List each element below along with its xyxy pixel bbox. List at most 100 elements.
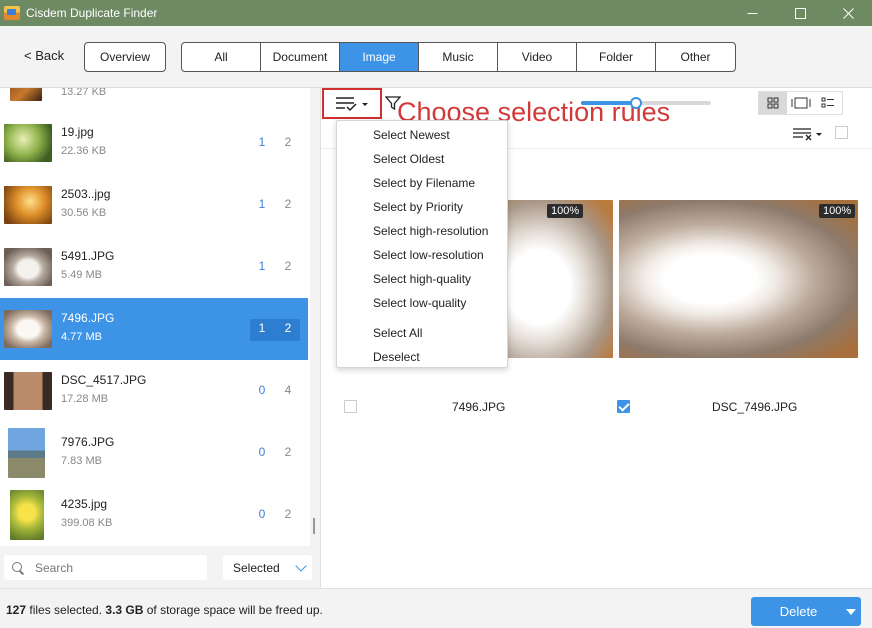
freed-storage-size: 3.3 GB [105, 603, 144, 617]
selected-count: 1 [256, 88, 268, 90]
back-button[interactable]: < Back [24, 48, 64, 63]
selection-rules-menu: Select Newest Select Oldest Select by Fi… [336, 120, 508, 368]
category-tabs: All Document Image Music Video Folder Ot… [181, 42, 736, 72]
menu-item-select-oldest[interactable]: Select Oldest [373, 152, 444, 166]
tab-all[interactable]: All [182, 43, 261, 71]
delete-button[interactable]: Delete [751, 597, 861, 626]
thumbnail-size-slider[interactable] [581, 97, 711, 109]
search-box [4, 555, 207, 580]
minimize-icon[interactable] [728, 0, 776, 26]
similarity-badge: 100% [819, 204, 856, 218]
sidebar-scrollbar[interactable] [313, 518, 315, 534]
menu-item-select-all[interactable]: Select All [373, 326, 422, 340]
total-count: 2 [284, 445, 292, 459]
selected-count: 1 [258, 321, 266, 335]
list-item[interactable]: 19.jpg 22.36 KB 1 2 [0, 112, 308, 174]
file-size: 5.49 MB [61, 269, 102, 281]
search-icon [11, 561, 25, 575]
list-item[interactable]: 4235.jpg 399.08 KB 0 2 [0, 484, 308, 546]
slider-knob[interactable] [629, 97, 642, 109]
file-size: 399.08 KB [61, 517, 113, 529]
file-name: 2503..jpg [61, 187, 111, 201]
search-input[interactable] [35, 560, 195, 575]
close-icon[interactable] [824, 0, 872, 26]
image-checkbox-checked[interactable] [617, 400, 630, 413]
tab-other[interactable]: Other [656, 43, 735, 71]
sort-selection-icon[interactable] [793, 126, 827, 142]
selected-files-count: 127 [6, 603, 27, 617]
filter-select[interactable]: Selected [223, 555, 312, 580]
window-controls [728, 0, 872, 26]
overview-button[interactable]: Overview [84, 42, 166, 72]
delete-button-label: Delete [779, 604, 818, 619]
file-name: 19.jpg [61, 125, 94, 139]
tab-music[interactable]: Music [419, 43, 498, 71]
tab-image[interactable]: Image [340, 43, 419, 71]
status-summary: 127 files selected. 3.3 GB of storage sp… [6, 603, 323, 617]
selected-files-text: files selected. [26, 603, 106, 617]
title-bar: Cisdem Duplicate Finder [0, 0, 872, 26]
view-mode-group [758, 91, 843, 115]
app-logo-icon [4, 6, 20, 20]
image-file-name: DSC_7496.JPG [712, 400, 798, 414]
list-view-icon[interactable] [814, 92, 842, 114]
menu-item-select-high-quality[interactable]: Select high-quality [373, 272, 471, 286]
list-check-icon [336, 96, 368, 111]
selected-count: 1 [258, 197, 266, 211]
freed-storage-text: of storage space will be freed up. [143, 603, 323, 617]
duplicate-image-preview[interactable] [619, 200, 858, 358]
selection-rules-button[interactable] [322, 88, 382, 119]
selected-count: 1 [258, 259, 266, 273]
menu-item-select-by-priority[interactable]: Select by Priority [373, 200, 463, 214]
list-item[interactable]: DSC_4517.JPG 17.28 MB 0 4 [0, 360, 308, 422]
filter-select-value: Selected [233, 560, 280, 575]
image-file-name: 7496.JPG [452, 400, 506, 414]
similarity-badge: 100% [547, 204, 584, 218]
thumbnail-image [4, 310, 52, 348]
total-count: 2 [284, 197, 292, 211]
total-count: 4 [284, 383, 292, 397]
duplicate-image-preview[interactable] [507, 200, 613, 358]
list-item-selected[interactable]: 7496.JPG 4.77 MB 1 2 [0, 298, 308, 360]
thumbnail-image [10, 88, 42, 101]
file-size: 13.27 KB [61, 88, 107, 98]
menu-item-select-low-quality[interactable]: Select low-quality [373, 296, 466, 310]
grid-view-icon[interactable] [759, 92, 787, 114]
tab-folder[interactable]: Folder [577, 43, 656, 71]
file-name: 4235.jpg [61, 497, 108, 511]
chevron-down-icon[interactable] [846, 608, 856, 615]
file-name: 7976.JPG [61, 435, 115, 449]
select-all-checkbox[interactable] [835, 126, 848, 139]
chevron-down-icon [295, 560, 307, 572]
thumbnail-image [4, 124, 52, 162]
slider-fill [581, 101, 636, 105]
tab-video[interactable]: Video [498, 43, 577, 71]
thumbnail-image [10, 490, 44, 540]
file-name: DSC_4517.JPG [61, 373, 147, 387]
selected-count: 0 [258, 383, 266, 397]
filmstrip-view-icon[interactable] [787, 92, 815, 114]
total-count: 2 [284, 135, 292, 149]
menu-item-select-high-resolution[interactable]: Select high-resolution [373, 224, 488, 238]
menu-item-select-by-filename[interactable]: Select by Filename [373, 176, 475, 190]
menu-item-select-low-resolution[interactable]: Select low-resolution [373, 248, 484, 262]
maximize-icon[interactable] [776, 0, 824, 26]
list-item[interactable]: 5491.JPG 5.49 MB 1 2 [0, 236, 308, 298]
total-count: 2 [284, 321, 292, 335]
menu-item-deselect[interactable]: Deselect [373, 350, 420, 364]
image-checkbox[interactable] [344, 400, 357, 413]
total-count: 2 [284, 259, 292, 273]
thumbnail-image [8, 428, 45, 478]
top-navigation: < Back Overview All Document Image Music… [0, 26, 872, 88]
file-size: 17.28 MB [61, 393, 109, 405]
duplicate-group-list[interactable]: 13.27 KB 1 2 19.jpg 22.36 KB 1 2 2503..j… [0, 88, 310, 546]
selected-count: 1 [258, 135, 266, 149]
list-item[interactable]: 7976.JPG 7.83 MB 0 2 [0, 422, 308, 484]
file-size: 4.77 MB [61, 331, 102, 343]
thumbnail-image [4, 248, 52, 286]
list-item[interactable]: 13.27 KB 1 2 [0, 88, 308, 115]
menu-item-select-newest[interactable]: Select Newest [373, 128, 450, 142]
tab-document[interactable]: Document [261, 43, 340, 71]
file-size: 7.83 MB [61, 455, 102, 467]
list-item[interactable]: 2503..jpg 30.56 KB 1 2 [0, 174, 308, 236]
